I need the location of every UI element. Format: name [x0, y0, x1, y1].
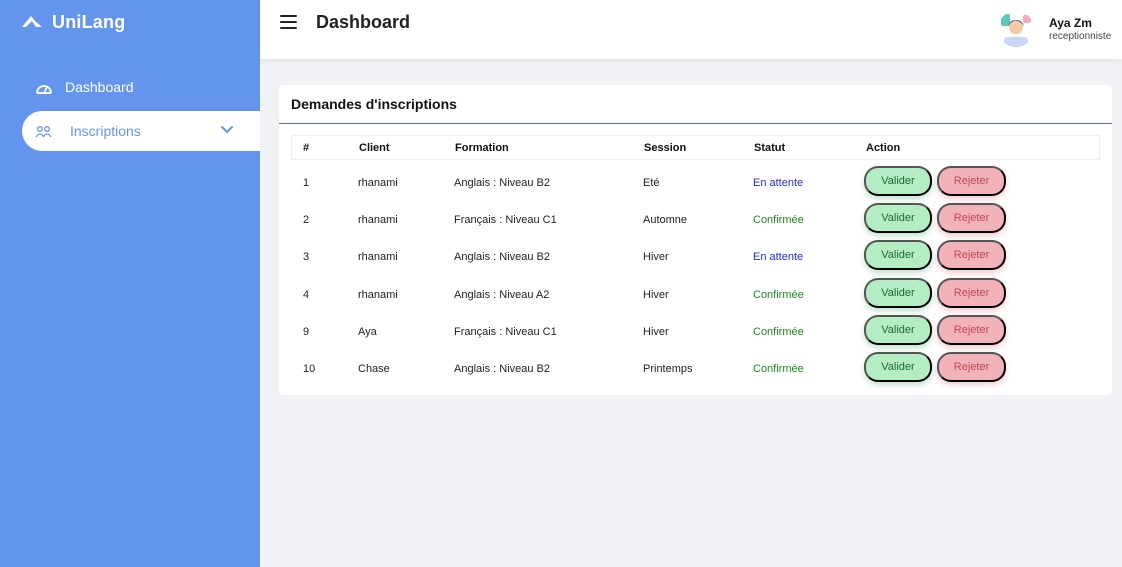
validate-button[interactable]: Valider: [864, 203, 932, 233]
cell-id: 2: [303, 214, 310, 226]
table-row: 4 rhanami Anglais : Niveau A2 Hiver Conf…: [291, 277, 1100, 314]
cell-formation: Français : Niveau C1: [454, 214, 557, 226]
validate-button[interactable]: Valider: [864, 315, 932, 345]
brand-logo-icon: [22, 14, 42, 30]
cell-session: Eté: [643, 177, 660, 189]
user-name: Aya Zm: [1049, 16, 1092, 30]
cell-client: rhanami: [358, 214, 398, 226]
avatar[interactable]: [998, 11, 1034, 47]
table-row: 9 Aya Français : Niveau C1 Hiver Confirm…: [291, 314, 1100, 351]
reject-button[interactable]: Rejeter: [937, 352, 1006, 382]
column-header-action: Action: [866, 142, 901, 154]
users-icon: [35, 124, 52, 138]
card-title: Demandes d'inscriptions: [291, 96, 457, 112]
column-header-client: Client: [359, 142, 390, 154]
cell-formation: Anglais : Niveau B2: [454, 251, 550, 263]
table-row: 1 rhanami Anglais : Niveau B2 Eté En att…: [291, 165, 1100, 202]
sidebar-item-inscriptions[interactable]: Inscriptions: [22, 111, 260, 151]
table-row: 2 rhanami Français : Niveau C1 Automne C…: [291, 202, 1100, 239]
card-divider: [279, 123, 1112, 124]
hamburger-menu-icon[interactable]: [280, 15, 297, 29]
cell-id: 9: [303, 326, 310, 338]
cell-id: 10: [303, 363, 316, 375]
cell-session: Automne: [643, 214, 688, 226]
table-header: # Client Formation Session Statut Action: [291, 135, 1100, 160]
cell-formation: Anglais : Niveau A2: [454, 289, 550, 301]
user-role: receptionniste: [1049, 31, 1112, 42]
reject-button[interactable]: Rejeter: [937, 315, 1006, 345]
column-header-formation: Formation: [455, 142, 509, 154]
cell-id: 3: [303, 251, 310, 263]
status-badge: Confirmée: [753, 326, 804, 338]
table-row: 3 rhanami Anglais : Niveau B2 Hiver En a…: [291, 239, 1100, 276]
cell-id: 1: [303, 177, 310, 189]
brand-name: UniLang: [52, 11, 126, 32]
chevron-down-icon[interactable]: [220, 125, 234, 135]
validate-button[interactable]: Valider: [864, 278, 932, 308]
reject-button[interactable]: Rejeter: [937, 203, 1006, 233]
cell-client: Chase: [358, 363, 390, 375]
cell-session: Hiver: [643, 289, 669, 301]
status-badge: Confirmée: [753, 214, 804, 226]
cell-client: rhanami: [358, 289, 398, 301]
reject-button[interactable]: Rejeter: [937, 278, 1006, 308]
status-badge: En attente: [753, 177, 804, 189]
sidebar-item-dashboard[interactable]: Dashboard: [22, 67, 238, 107]
table-row: 10 Chase Anglais : Niveau B2 Printemps C…: [291, 351, 1100, 388]
cell-client: Aya: [358, 326, 377, 338]
cell-formation: Français : Niveau C1: [454, 326, 557, 338]
column-header-session: Session: [644, 142, 687, 154]
reject-button[interactable]: Rejeter: [937, 240, 1006, 270]
validate-button[interactable]: Valider: [864, 166, 932, 196]
column-header-id: #: [303, 142, 310, 154]
cell-formation: Anglais : Niveau B2: [454, 363, 550, 375]
sidebar-item-label: Inscriptions: [70, 123, 141, 139]
cell-client: rhanami: [358, 177, 398, 189]
brand[interactable]: UniLang: [22, 11, 125, 33]
cell-session: Hiver: [643, 326, 669, 338]
top-bar: Dashboard Aya Zm receptionniste: [260, 0, 1122, 59]
cell-client: rhanami: [358, 251, 398, 263]
validate-button[interactable]: Valider: [864, 240, 932, 270]
column-header-statut: Statut: [754, 142, 786, 154]
sidebar: UniLang Dashboard Inscriptions: [0, 0, 260, 567]
registrations-card: Demandes d'inscriptions # Client Formati…: [279, 85, 1112, 395]
status-badge: Confirmée: [753, 289, 804, 301]
validate-button[interactable]: Valider: [864, 352, 932, 382]
sidebar-item-label: Dashboard: [65, 79, 134, 95]
page-title: Dashboard: [316, 12, 411, 32]
cell-session: Printemps: [643, 363, 693, 375]
cell-id: 4: [303, 289, 310, 301]
cell-session: Hiver: [643, 251, 669, 263]
dashboard-icon: [35, 80, 52, 94]
status-badge: Confirmée: [753, 363, 804, 375]
cell-formation: Anglais : Niveau B2: [454, 177, 550, 189]
status-badge: En attente: [753, 251, 804, 263]
reject-button[interactable]: Rejeter: [937, 166, 1006, 196]
